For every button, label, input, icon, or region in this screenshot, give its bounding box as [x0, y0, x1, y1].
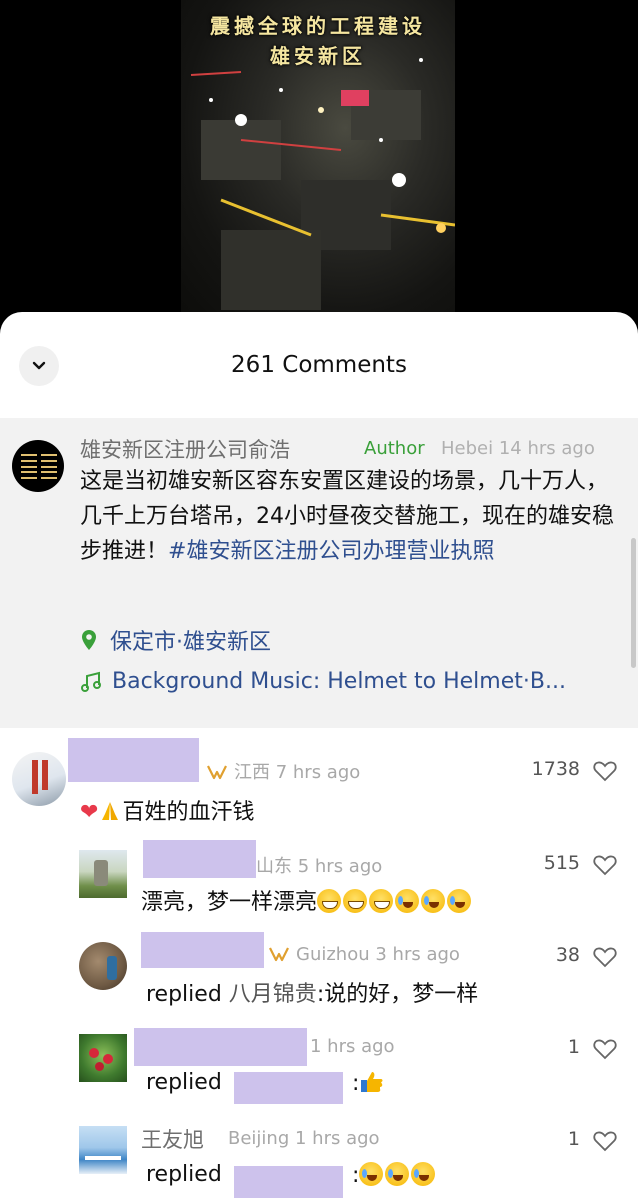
location-text: 保定市·雄安新区 — [110, 630, 271, 655]
like-count: 1738 — [531, 758, 580, 780]
user-avatar[interactable] — [12, 752, 66, 806]
replied-label: replied — [146, 1162, 222, 1187]
reply-to-name[interactable]: 八月锦贵 — [229, 982, 317, 1007]
comment-text: ❤ 百姓的血汗钱 — [80, 800, 255, 825]
comment-meta: 江西 7 hrs ago — [206, 758, 360, 784]
author-name[interactable]: 雄安新区注册公司俞浩 — [80, 434, 290, 464]
comment-text: replied — [146, 1070, 222, 1095]
comment-text: 漂亮，梦一样漂亮 — [141, 884, 473, 916]
author-post: 雄安新区注册公司俞浩 Author Hebei 14 hrs ago 这是当初雄… — [0, 418, 638, 728]
comment-meta: Beijing 1 hrs ago — [228, 1128, 380, 1149]
music-row[interactable]: Background Music: Helmet to Helmet·B... — [80, 669, 620, 694]
laugh-cry-emoji — [395, 889, 420, 913]
grin-emoji — [317, 889, 342, 913]
comment-count: 261 Comments — [231, 352, 407, 378]
user-avatar[interactable] — [79, 850, 127, 898]
video-title-line2: 雄安新区 — [270, 44, 366, 68]
laugh-cry-emoji — [411, 1162, 436, 1186]
heart-icon[interactable] — [593, 946, 617, 968]
pray-emoji — [102, 802, 119, 820]
gold-badge-icon — [269, 947, 289, 962]
comment-item: Guizhou 3 hrs ago 38 replied 八月锦贵:说的好，梦一… — [0, 930, 638, 1022]
grin-emoji — [343, 889, 368, 913]
user-avatar[interactable] — [79, 1126, 127, 1174]
video-title-line1: 震撼全球的工程建设 — [210, 14, 426, 38]
comment-text: replied — [146, 1162, 222, 1187]
comment-meta: 1 hrs ago — [310, 1036, 395, 1057]
user-avatar[interactable] — [79, 942, 127, 990]
heart-icon[interactable] — [593, 760, 617, 782]
like-count: 38 — [555, 944, 580, 966]
comments-header: 261 Comments — [0, 312, 638, 418]
comment-item: 1 hrs ago 1 replied : — [0, 1022, 638, 1114]
comment-text: : — [352, 1162, 437, 1188]
music-text: Background Music: Helmet to Helmet·B... — [112, 669, 566, 694]
thumbs-up-emoji — [361, 1072, 383, 1092]
laugh-cry-emoji — [385, 1162, 410, 1186]
replied-label: replied — [146, 1070, 222, 1095]
laugh-cry-emoji — [359, 1162, 384, 1186]
replied-label: replied — [146, 982, 222, 1007]
comment-meta: Guizhou 3 hrs ago — [268, 944, 460, 965]
like-count: 1 — [567, 1036, 580, 1058]
heart-icon[interactable] — [593, 854, 617, 876]
comment-item: 江西 7 hrs ago 1738 ❤ 百姓的血汗钱 — [0, 728, 638, 838]
comment-text: : — [352, 1070, 385, 1096]
video-frame[interactable]: 震撼全球的工程建设 雄安新区 — [181, 0, 455, 320]
comment-meta: 山东 5 hrs ago — [256, 856, 383, 877]
music-note-icon — [81, 671, 101, 692]
redacted-username — [234, 1072, 343, 1104]
author-avatar[interactable] — [12, 440, 64, 492]
user-avatar[interactable] — [79, 1034, 127, 1082]
hashtag-link[interactable]: #雄安新区注册公司办理营业执照 — [168, 539, 494, 564]
gold-badge-icon — [207, 765, 227, 780]
laugh-cry-emoji — [421, 889, 446, 913]
author-tag: Author — [364, 438, 425, 459]
redacted-username — [234, 1166, 343, 1198]
post-meta: Hebei 14 hrs ago — [441, 438, 595, 459]
like-count: 515 — [543, 852, 580, 874]
red-heart-emoji: ❤ — [80, 800, 99, 825]
scrollbar[interactable] — [631, 538, 636, 668]
comment-item: 山东 5 hrs ago 515 漂亮，梦一样漂亮 — [0, 838, 638, 930]
video-player[interactable]: 震撼全球的工程建设 雄安新区 — [0, 0, 638, 330]
heart-icon[interactable] — [593, 1038, 617, 1060]
redacted-username — [141, 932, 264, 968]
redacted-username — [68, 738, 199, 782]
heart-icon[interactable] — [593, 1130, 617, 1152]
comments-sheet: 261 Comments 雄安新区注册公司俞浩 Author Hebei 14 … — [0, 312, 638, 1199]
location-pin-icon — [82, 630, 96, 650]
grin-emoji — [369, 889, 394, 913]
redacted-username — [134, 1028, 307, 1066]
username[interactable]: 王友旭 — [141, 1124, 204, 1154]
laugh-cry-emoji — [447, 889, 472, 913]
comment-item: 王友旭 Beijing 1 hrs ago 1 replied : — [0, 1114, 638, 1199]
redacted-username — [143, 840, 256, 878]
comment-text: replied 八月锦贵:说的好，梦一样 — [146, 982, 479, 1007]
like-count: 1 — [567, 1128, 580, 1150]
post-body: 这是当初雄安新区容东安置区建设的场景，几十万人，几千上万台塔吊，24小时昼夜交替… — [80, 464, 620, 569]
location-row[interactable]: 保定市·雄安新区 — [80, 624, 271, 656]
